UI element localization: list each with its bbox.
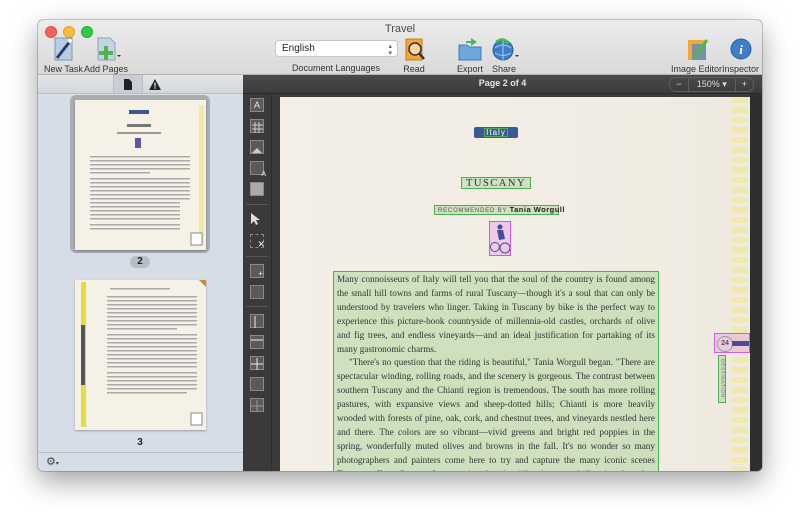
sidebar-header [38,75,243,94]
share-globe-icon [490,36,519,62]
barcode-area-tool[interactable] [250,182,264,196]
background-picture-area-tool[interactable]: A [250,161,266,178]
sidebar-footer: ⚙▾ [38,452,243,471]
badge-bar [732,341,749,346]
document-page: Italy TUSCANY RECOMMENDED BY Tania Worgu… [280,97,750,471]
page-badge: 24 [717,336,733,352]
delete-separator-icon [251,358,263,370]
tag-italy: Italy [474,127,518,138]
zoom-out-button[interactable]: − [670,78,687,91]
document-language-select[interactable]: English ▴ ▾ [275,40,398,57]
select-arrows-icon: ▴ ▾ [388,43,392,57]
export-button[interactable]: Export [456,36,484,74]
toolbar: Travel New Task Add Pages English ▴ ▾ Doc… [38,20,762,75]
window-title: Travel [384,23,416,35]
document-languages-label: Document Languages [291,63,381,73]
page-number-2: 2 [130,256,150,268]
page-thumbnail-3[interactable] [75,280,206,430]
zoom-in-button[interactable]: + [736,78,753,91]
new-task-button[interactable]: New Task [44,36,83,74]
table-area-icon [252,122,263,133]
vertical-separator-icon [254,316,256,328]
side-label-text-zone[interactable]: DESTINATION [718,355,726,403]
export-folder-icon [456,36,484,62]
tool-separator [246,306,268,307]
thumbnail-preview [90,105,204,246]
gear-icon: ⚙ [46,456,56,468]
picture-area-icon [252,148,262,153]
add-to-area-tool[interactable]: + [250,264,264,278]
paragraph: "There's no question that the riding is … [337,357,655,471]
image-editor-button[interactable]: Image Editor [671,36,722,74]
page-type-icon [190,412,203,426]
horizontal-separator-tool[interactable] [250,335,264,349]
body-text-zone[interactable]: Many connoisseurs of Italy will tell you… [333,271,659,471]
thumbnail-preview [81,280,206,427]
select-area-tool[interactable] [250,212,264,226]
zoom-control: − 150% ▾ + [669,77,754,92]
paragraph: Many connoisseurs of Italy will tell you… [337,274,655,354]
read-button[interactable]: Read [400,36,428,74]
read-magnifier-icon [400,36,428,62]
cursor-arrow-icon [251,213,260,225]
text-area-icon: A [253,100,260,110]
area-tools-palette: A A ✕ + [243,94,272,471]
tool-separator [246,256,268,257]
scrollbar-track[interactable] [750,94,762,471]
picture-area-tool[interactable] [250,140,264,154]
chevron-down-icon: ▾ [55,461,59,467]
tab-pages[interactable] [113,75,143,93]
add-page-icon [92,36,122,62]
tab-warnings[interactable] [141,75,169,93]
app-window: Travel New Task Add Pages English ▴ ▾ Doc… [38,20,762,471]
heading-text-zone[interactable]: TUSCANY [461,177,531,189]
text-area-tool[interactable]: A [250,98,264,112]
info-icon: i [727,36,755,62]
add-pages-button[interactable]: Add Pages [84,36,128,74]
table-area-tool[interactable] [250,119,264,133]
image-editor-icon [683,36,711,62]
byline-text-zone[interactable]: RECOMMENDED BY Tania Worgull [434,205,564,215]
page-edge-strip [732,97,748,471]
page-type-icon [190,232,203,246]
merge-cells-tool[interactable] [250,377,264,391]
vertical-separator-tool[interactable] [250,314,264,328]
page-number-3: 3 [137,437,143,448]
picture-zone[interactable] [489,221,511,256]
document-canvas[interactable]: Italy TUSCANY RECOMMENDED BY Tania Worgu… [272,94,762,471]
svg-text:i: i [739,42,743,57]
close-icon: ✕ [257,239,265,249]
page-icon [124,78,132,90]
subtract-from-area-tool[interactable] [250,285,264,299]
warning-icon [149,78,161,90]
page-thumbnail-2[interactable] [75,100,206,250]
background-picture-area-icon: A [261,171,266,178]
cyclist-image [490,224,511,254]
delete-separator-tool[interactable] [250,356,264,370]
split-cells-tool[interactable] [250,398,264,412]
page-number-picture-zone[interactable]: 24 [714,333,750,353]
share-button[interactable]: Share [490,36,519,74]
tool-separator [246,204,268,205]
split-cells-icon [251,400,263,412]
gear-menu-button[interactable]: ⚙▾ [46,455,59,468]
text-zone[interactable] [484,128,508,137]
zoom-level-dropdown[interactable]: 150% ▾ [687,78,736,91]
magic-wand-icon [49,36,77,62]
inspector-button[interactable]: i Inspector [722,36,759,74]
horizontal-separator-icon [251,339,263,341]
viewer-header: Page 2 of 4 − 150% ▾ + [243,75,762,94]
delete-area-tool[interactable]: ✕ [250,234,265,249]
add-area-icon: + [258,269,263,278]
page-thumbnails-sidebar: 2 3 ⚙▾ [38,75,243,471]
